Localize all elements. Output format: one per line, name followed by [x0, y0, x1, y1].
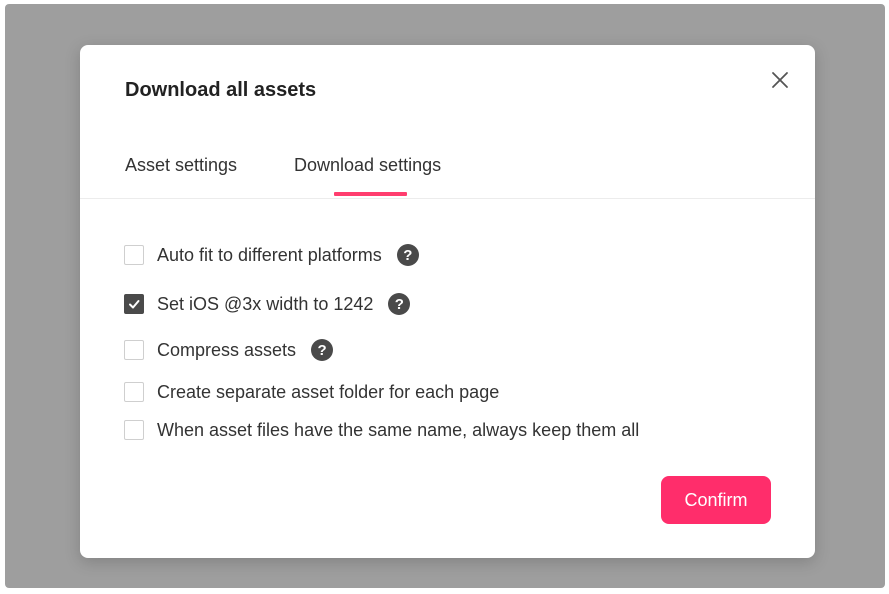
download-assets-dialog: Download all assets Asset settings Downl… [80, 45, 815, 558]
option-label: Set iOS @3x width to 1242 [157, 293, 374, 314]
ios-width-checkbox[interactable] [124, 294, 144, 314]
auto-fit-checkbox[interactable] [124, 245, 144, 265]
option-keep-all: When asset files have the same name, alw… [124, 418, 639, 442]
checkmark-icon [129, 300, 140, 309]
close-icon [772, 72, 788, 88]
tab-download-settings[interactable]: Download settings [294, 153, 441, 177]
help-icon[interactable]: ? [388, 293, 411, 315]
settings-tabs: Asset settings Download settings [80, 145, 815, 199]
active-tab-indicator [334, 192, 407, 196]
help-icon[interactable]: ? [396, 244, 419, 266]
keep-all-checkbox[interactable] [124, 420, 144, 440]
compress-checkbox[interactable] [124, 340, 144, 360]
tab-asset-settings[interactable]: Asset settings [125, 153, 237, 177]
close-button[interactable] [767, 67, 793, 93]
option-ios-width: Set iOS @3x width to 1242 ? [124, 292, 411, 316]
help-icon[interactable]: ? [311, 339, 334, 361]
option-separate-folder: Create separate asset folder for each pa… [124, 380, 499, 404]
dialog-title: Download all assets [125, 79, 317, 101]
option-label: Create separate asset folder for each pa… [157, 381, 500, 402]
confirm-button[interactable]: Confirm [661, 476, 771, 524]
option-compress: Compress assets ? [124, 338, 334, 362]
option-label: Compress assets [157, 339, 297, 360]
option-label: Auto fit to different platforms [157, 244, 382, 265]
option-label: When asset files have the same name, alw… [157, 419, 640, 440]
option-auto-fit: Auto fit to different platforms ? [124, 243, 419, 267]
separate-folder-checkbox[interactable] [124, 382, 144, 402]
